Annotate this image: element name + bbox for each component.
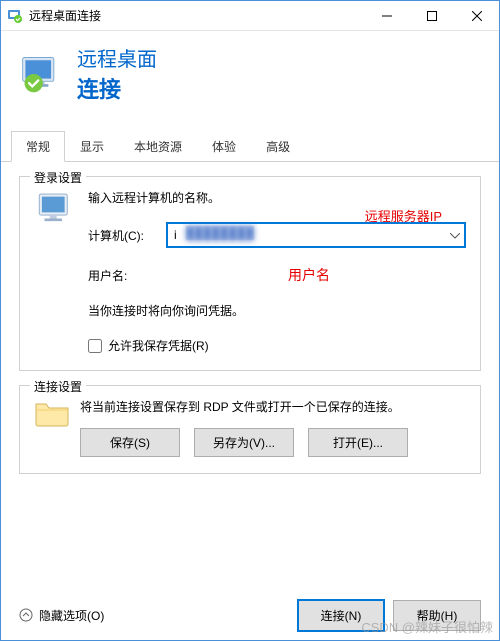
maximize-button[interactable] bbox=[409, 1, 454, 30]
help-button[interactable]: 帮助(H) bbox=[393, 600, 481, 631]
credentials-hint: 当你连接时将向你询问凭据。 bbox=[88, 302, 466, 319]
tab-experience[interactable]: 体验 bbox=[197, 131, 251, 162]
rdp-small-icon bbox=[7, 8, 23, 24]
conn-desc: 将当前连接设置保存到 RDP 文件或打开一个已保存的连接。 bbox=[80, 398, 466, 415]
save-as-button[interactable]: 另存为(V)... bbox=[194, 428, 294, 457]
folder-icon bbox=[34, 398, 70, 428]
save-button[interactable]: 保存(S) bbox=[80, 428, 180, 457]
hide-options-button[interactable]: 隐藏选项(O) bbox=[19, 607, 104, 624]
username-input[interactable] bbox=[166, 262, 466, 288]
tabs: 常规 显示 本地资源 体验 高级 bbox=[1, 130, 499, 162]
login-settings-group: 登录设置 输入远程计算机的名称。 远程服务器IP 计算机(C): ███████… bbox=[19, 176, 481, 371]
header: 远程桌面 连接 bbox=[1, 31, 499, 122]
connection-settings-group: 连接设置 将当前连接设置保存到 RDP 文件或打开一个已保存的连接。 保存(S)… bbox=[19, 385, 481, 474]
login-desc: 输入远程计算机的名称。 bbox=[88, 189, 466, 206]
connect-button[interactable]: 连接(N) bbox=[297, 599, 385, 632]
minimize-button[interactable] bbox=[364, 1, 409, 30]
rdp-large-icon bbox=[19, 52, 63, 96]
close-button[interactable] bbox=[454, 1, 499, 30]
tab-general[interactable]: 常规 bbox=[11, 131, 65, 162]
username-label: 用户名: bbox=[88, 267, 166, 284]
tab-local-resources[interactable]: 本地资源 bbox=[119, 131, 197, 162]
chevron-up-circle-icon bbox=[19, 608, 33, 622]
header-title-2: 连接 bbox=[77, 72, 157, 104]
login-legend: 登录设置 bbox=[30, 169, 86, 186]
save-credentials-label: 允许我保存凭据(R) bbox=[108, 337, 209, 354]
computer-icon bbox=[34, 189, 76, 227]
rdp-window: 远程桌面连接 远程桌面 连接 常规 显示 本地资源 体验 高级 登录设置 输入远… bbox=[0, 0, 500, 641]
tab-display[interactable]: 显示 bbox=[65, 131, 119, 162]
open-button[interactable]: 打开(E)... bbox=[308, 428, 408, 457]
computer-label: 计算机(C): bbox=[88, 227, 166, 244]
tab-advanced[interactable]: 高级 bbox=[251, 131, 305, 162]
computer-input[interactable] bbox=[166, 222, 466, 248]
footer: 隐藏选项(O) 连接(N) 帮助(H) bbox=[1, 590, 499, 640]
hide-options-label: 隐藏选项(O) bbox=[39, 607, 104, 624]
conn-legend: 连接设置 bbox=[30, 378, 86, 395]
header-title-1: 远程桌面 bbox=[77, 43, 157, 72]
titlebar: 远程桌面连接 bbox=[1, 1, 499, 31]
save-credentials-checkbox[interactable] bbox=[88, 339, 102, 353]
window-title: 远程桌面连接 bbox=[29, 7, 364, 24]
